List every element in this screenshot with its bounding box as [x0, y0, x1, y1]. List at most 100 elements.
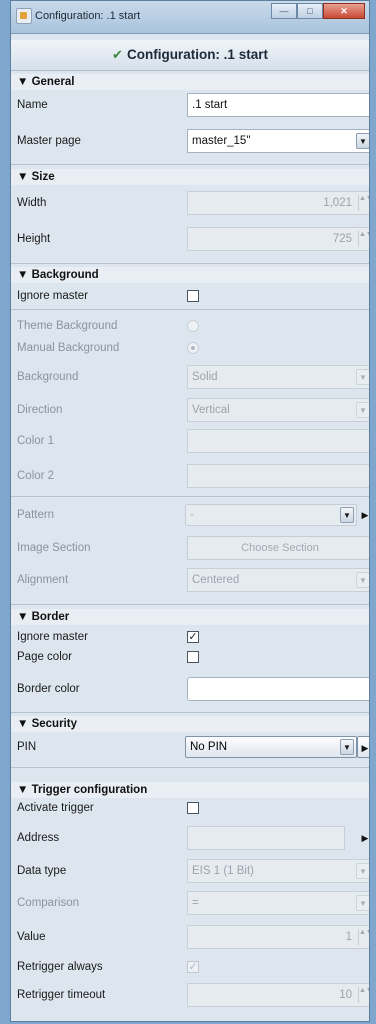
- pin-label: PIN: [17, 741, 37, 753]
- pattern-next-arrow-icon[interactable]: ▶: [357, 504, 369, 526]
- panel-title: Configuration: .1 start: [126, 47, 268, 62]
- section-border-heading[interactable]: ▼ Border: [11, 609, 369, 625]
- chevron-down-icon[interactable]: ▼: [356, 572, 369, 588]
- divider: [11, 712, 369, 713]
- divider: [11, 263, 369, 264]
- configuration-window: Configuration: .1 start — □ ✕ ✔ Configura…: [10, 0, 370, 1022]
- manual-background-radio[interactable]: [187, 342, 199, 354]
- chevron-down-icon[interactable]: ▼: [356, 402, 369, 418]
- retrigger-timeout-field[interactable]: 10 ▲▼: [187, 983, 369, 1007]
- section-trigger-heading[interactable]: ▼ Trigger configuration: [11, 782, 369, 798]
- panel-header: ✔ Configuration: .1 start: [11, 40, 369, 71]
- page-color-label: Page color: [17, 651, 72, 663]
- address-field[interactable]: [187, 826, 345, 850]
- color2-field[interactable]: [187, 464, 369, 488]
- manual-background-label: Manual Background: [17, 342, 120, 354]
- address-next-arrow-icon[interactable]: ▶: [357, 827, 369, 849]
- image-section-label: Image Section: [17, 542, 91, 554]
- section-size-heading[interactable]: ▼ Size: [11, 169, 369, 185]
- divider: [11, 604, 369, 605]
- background-select[interactable]: Solid ▼: [187, 365, 369, 389]
- app-icon: [16, 8, 32, 24]
- width-label: Width: [17, 197, 47, 209]
- divider: [11, 309, 369, 310]
- border-ignore-master-checkbox[interactable]: ✓: [187, 631, 199, 643]
- name-label: Name: [17, 99, 48, 111]
- page-color-checkbox[interactable]: [187, 651, 199, 663]
- comparison-value: =: [192, 897, 199, 909]
- configuration-icon: ✔: [112, 47, 123, 62]
- spinner-icon[interactable]: ▲▼: [358, 195, 369, 211]
- data-type-label: Data type: [17, 865, 67, 877]
- retrigger-timeout-label: Retrigger timeout: [17, 989, 106, 1001]
- master-page-select[interactable]: master_15" ▼: [187, 129, 369, 153]
- data-type-value: EIS 1 (1 Bit): [192, 865, 254, 877]
- maximize-button[interactable]: □: [297, 3, 323, 19]
- master-page-label: Master page: [17, 135, 81, 147]
- retrigger-timeout-value: 10: [339, 989, 352, 1001]
- chevron-down-icon[interactable]: ▼: [356, 133, 369, 149]
- section-general-heading[interactable]: ▼ General: [11, 74, 369, 90]
- color1-label: Color 1: [17, 435, 55, 447]
- address-label: Address: [17, 832, 60, 844]
- pin-next-arrow-icon[interactable]: ▶: [357, 736, 369, 758]
- value-value: 1: [345, 931, 352, 943]
- width-field[interactable]: 1,021 ▲▼: [187, 191, 369, 215]
- master-page-value: master_15": [192, 135, 251, 147]
- pattern-label: Pattern: [17, 509, 55, 521]
- ignore-master-label: Ignore master: [17, 290, 88, 302]
- color1-field[interactable]: [187, 429, 369, 453]
- direction-value: Vertical: [192, 404, 230, 416]
- pattern-value: -: [190, 509, 194, 521]
- color2-label: Color 2: [17, 470, 55, 482]
- comparison-label: Comparison: [17, 897, 79, 909]
- theme-background-label: Theme Background: [17, 320, 118, 332]
- minimize-button[interactable]: —: [271, 3, 297, 19]
- alignment-value: Centered: [192, 574, 240, 586]
- divider: [11, 164, 369, 165]
- choose-section-button[interactable]: Choose Section: [187, 536, 369, 560]
- height-label: Height: [17, 233, 51, 245]
- activate-trigger-label: Activate trigger: [17, 802, 94, 814]
- spinner-icon[interactable]: ▲▼: [358, 987, 369, 1003]
- retrigger-always-label: Retrigger always: [17, 961, 103, 973]
- activate-trigger-checkbox[interactable]: [187, 802, 199, 814]
- pin-value: No PIN: [190, 741, 228, 753]
- title-bar[interactable]: Configuration: .1 start — □ ✕: [11, 1, 369, 34]
- chevron-down-icon[interactable]: ▼: [356, 369, 369, 385]
- spinner-icon[interactable]: ▲▼: [358, 231, 369, 247]
- width-value: 1,021: [323, 197, 352, 209]
- pattern-select[interactable]: - ▼: [185, 504, 357, 526]
- divider: [11, 767, 369, 768]
- background-value: Solid: [192, 371, 218, 383]
- spinner-icon[interactable]: ▲▼: [358, 929, 369, 945]
- height-field[interactable]: 725 ▲▼: [187, 227, 369, 251]
- window-controls: — □ ✕: [271, 3, 365, 21]
- border-color-field[interactable]: [187, 677, 369, 701]
- background-label: Background: [17, 371, 79, 383]
- value-field[interactable]: 1 ▲▼: [187, 925, 369, 949]
- ignore-master-checkbox[interactable]: [187, 290, 199, 302]
- retrigger-always-checkbox[interactable]: ✓: [187, 961, 199, 973]
- divider: [11, 496, 369, 497]
- direction-select[interactable]: Vertical ▼: [187, 398, 369, 422]
- pin-select[interactable]: No PIN ▼: [185, 736, 357, 758]
- chevron-down-icon[interactable]: ▼: [356, 863, 369, 879]
- close-button[interactable]: ✕: [323, 3, 365, 19]
- section-security-heading[interactable]: ▼ Security: [11, 716, 369, 732]
- window-title: Configuration: .1 start: [35, 10, 141, 22]
- chevron-down-icon[interactable]: ▼: [340, 739, 354, 755]
- direction-label: Direction: [17, 404, 63, 416]
- value-label: Value: [17, 931, 46, 943]
- section-background-heading[interactable]: ▼ Background: [11, 267, 369, 283]
- data-type-select[interactable]: EIS 1 (1 Bit) ▼: [187, 859, 369, 883]
- height-value: 725: [332, 233, 352, 245]
- theme-background-radio[interactable]: [187, 320, 199, 332]
- chevron-down-icon[interactable]: ▼: [356, 895, 369, 911]
- comparison-select[interactable]: = ▼: [187, 891, 369, 915]
- alignment-label: Alignment: [17, 574, 69, 586]
- chevron-down-icon[interactable]: ▼: [340, 507, 354, 523]
- name-field[interactable]: .1 start: [187, 93, 369, 117]
- alignment-select[interactable]: Centered ▼: [187, 568, 369, 592]
- border-color-label: Border color: [17, 683, 80, 695]
